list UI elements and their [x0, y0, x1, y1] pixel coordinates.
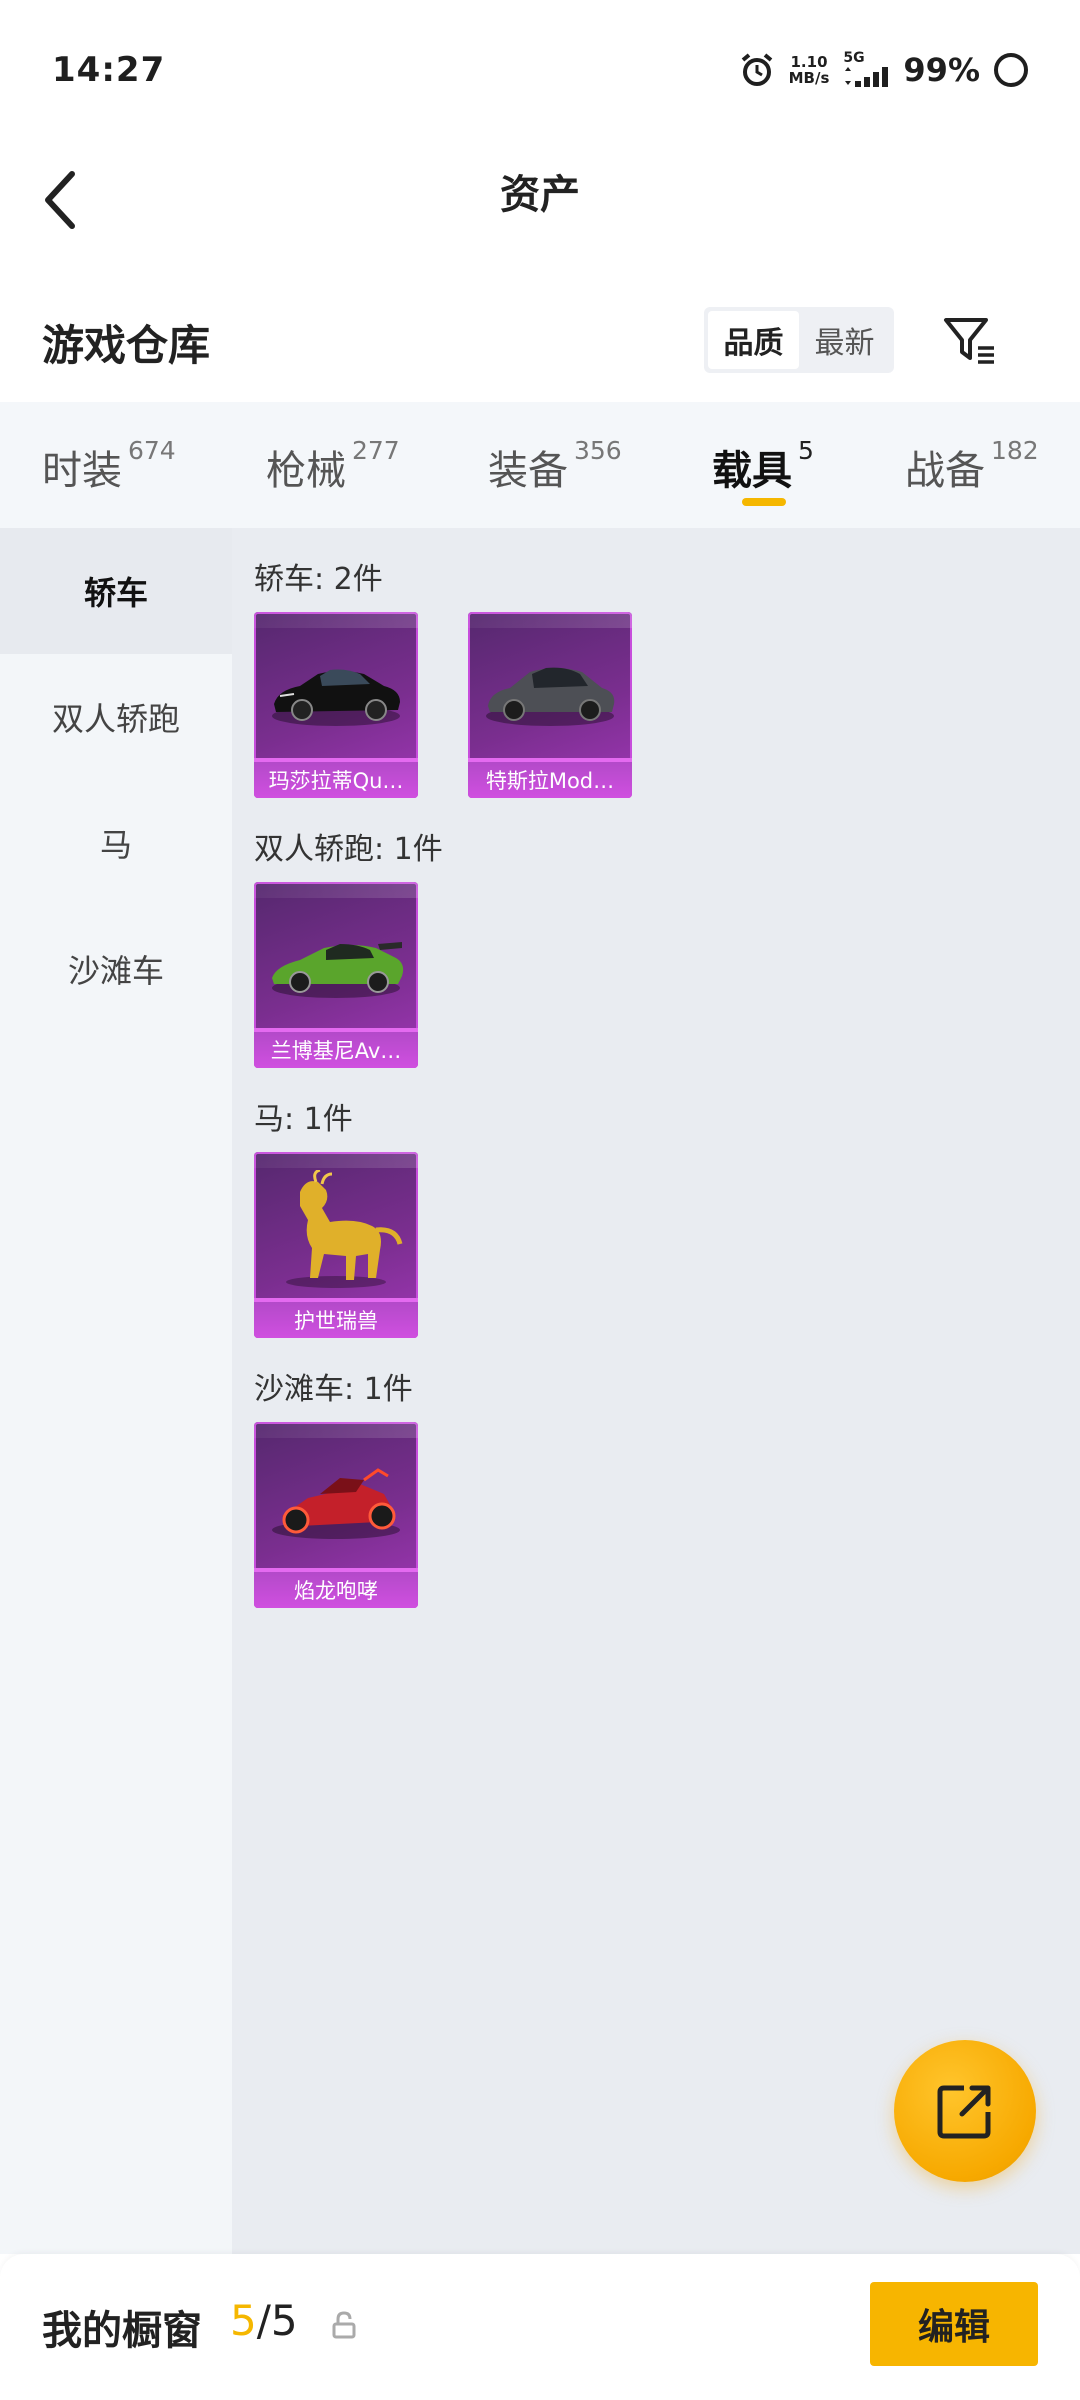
group-heading-buggy: 沙滩车: 1件 [254, 1372, 413, 1407]
tab-count: 182 [991, 436, 1039, 465]
share-button[interactable] [894, 2040, 1036, 2182]
sort-quality-option[interactable]: 品质 [708, 311, 799, 369]
tab-label: 时装 [42, 448, 122, 494]
subcategory-coupe[interactable]: 双人轿跑 [0, 654, 232, 780]
network-speed: 1.10 MB/s [789, 54, 830, 86]
tab-battle-gear[interactable]: 战备 182 [905, 436, 1039, 496]
black-sports-car-icon [272, 669, 400, 726]
tab-vehicles[interactable]: 载具 5 [712, 436, 814, 496]
filter-icon [944, 318, 994, 364]
tab-label: 载具 [712, 448, 792, 494]
group-heading-coupe: 双人轿跑: 1件 [254, 832, 443, 867]
card-stripe [254, 1152, 418, 1168]
active-tab-indicator [742, 498, 786, 506]
signal-icon [845, 67, 889, 87]
subcategory-list: 轿车 双人轿跑 马 沙滩车 [0, 528, 232, 2254]
status-bar: 14:27 1.10 MB/s 5G 99% [0, 0, 1080, 140]
showcase-current: 5 [230, 2296, 257, 2345]
network-type: 5G [843, 51, 889, 89]
showcase-total: 5 [270, 2296, 298, 2345]
tab-count: 277 [352, 436, 400, 465]
tab-label: 战备 [905, 448, 985, 494]
app-header: 资产 [0, 140, 1080, 270]
golden-qilin-icon [286, 1170, 403, 1288]
group-heading-horse: 马: 1件 [254, 1102, 353, 1137]
warehouse-header: 游戏仓库 品质 最新 [0, 290, 1080, 390]
card-stripe [254, 1422, 418, 1438]
alarm-icon [741, 53, 772, 86]
item-name: 兰博基尼Av… [254, 1032, 418, 1068]
edit-button[interactable]: 编辑 [870, 2282, 1038, 2366]
share-icon [937, 2085, 991, 2139]
gray-sedan-car-icon [486, 667, 615, 726]
green-supercar-icon [272, 942, 404, 998]
tab-count: 674 [128, 436, 176, 465]
tab-count: 356 [574, 436, 622, 465]
tab-label: 枪械 [266, 448, 346, 494]
battery-percent: 99% [903, 51, 980, 89]
item-card[interactable]: 玛莎拉蒂Qu… [254, 612, 418, 798]
network-speed-value: 1.10 [790, 53, 828, 71]
network-type-label: 5G [843, 50, 865, 66]
subcategory-horse[interactable]: 马 [0, 780, 232, 906]
tab-fashion[interactable]: 时装 674 [42, 436, 176, 496]
page-title: 资产 [500, 172, 580, 218]
item-card[interactable]: 护世瑞兽 [254, 1152, 418, 1338]
subcategory-sedan[interactable]: 轿车 [0, 528, 232, 654]
card-stripe [254, 882, 418, 898]
tab-firearms[interactable]: 枪械 277 [266, 436, 400, 496]
warehouse-title: 游戏仓库 [42, 321, 211, 370]
red-buggy-icon [272, 1468, 400, 1539]
sort-newest-option[interactable]: 最新 [799, 311, 890, 369]
showcase-count: 5/5 [230, 2296, 298, 2345]
lock-icon [332, 2311, 356, 2339]
card-stripe [254, 612, 418, 628]
item-card[interactable]: 焰龙咆哮 [254, 1422, 418, 1608]
filter-button[interactable] [940, 310, 1000, 370]
showcase-label: 我的橱窗 [42, 2308, 202, 2354]
item-name: 特斯拉Mod… [468, 762, 632, 798]
category-tab-bar: 时装 674 枪械 277 装备 356 载具 5 战备 182 [0, 402, 1080, 528]
battery-icon [994, 53, 1028, 87]
item-name: 护世瑞兽 [254, 1302, 418, 1338]
item-card[interactable]: 特斯拉Mod… [468, 612, 632, 798]
item-card[interactable]: 兰博基尼Av… [254, 882, 418, 1068]
showcase-separator: / [256, 2296, 271, 2345]
card-stripe [468, 612, 632, 628]
group-heading-sedan: 轿车: 2件 [254, 562, 383, 597]
item-name: 焰龙咆哮 [254, 1572, 418, 1608]
status-icons: 1.10 MB/s 5G 99% [739, 48, 1028, 92]
tab-equipment[interactable]: 装备 356 [488, 436, 622, 496]
status-time: 14:27 [52, 50, 166, 90]
tab-label: 装备 [488, 448, 568, 494]
sort-toggle: 品质 最新 [704, 307, 894, 373]
tab-count: 5 [798, 436, 814, 465]
subcategory-buggy[interactable]: 沙滩车 [0, 906, 232, 1032]
network-speed-unit: MB/s [788, 69, 830, 87]
item-name: 玛莎拉蒂Qu… [254, 762, 418, 798]
vehicle-content: 轿车: 2件 玛莎拉蒂Qu… 特斯拉Mod… 双人轿跑: 1件 兰博基尼Av… … [232, 528, 1080, 2254]
showcase-bar: 我的橱窗 5/5 编辑 [0, 2254, 1080, 2400]
